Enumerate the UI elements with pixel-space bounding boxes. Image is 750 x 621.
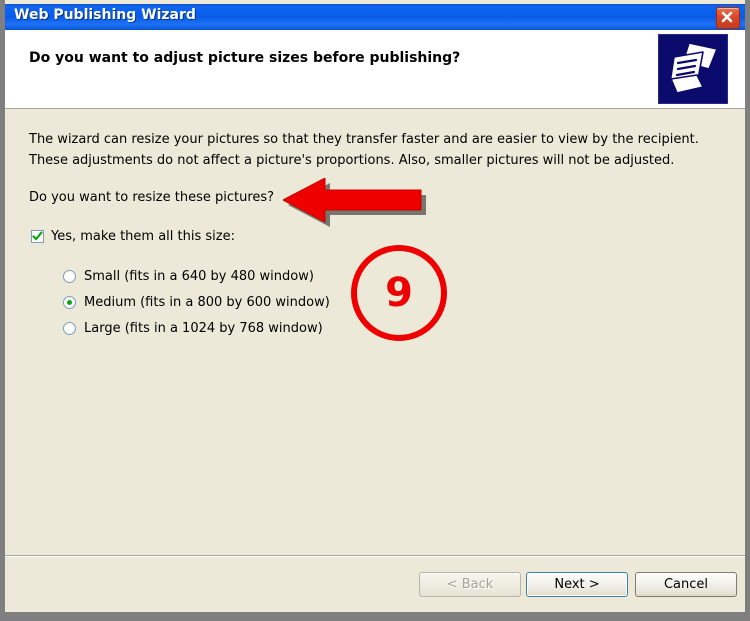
desktop-backdrop: Web Publishing Wizard Do you want to adj…: [0, 0, 750, 621]
page-title: Do you want to adjust picture sizes befo…: [29, 50, 461, 66]
radio-option-medium[interactable]: Medium (fits in a 800 by 600 window): [63, 289, 330, 315]
radio-large-indicator[interactable]: [63, 321, 76, 335]
resize-checkbox-label: Yes, make them all this size:: [51, 229, 235, 244]
radio-medium-label: Medium (fits in a 800 by 600 window): [84, 294, 330, 310]
window-title: Web Publishing Wizard: [14, 7, 196, 23]
cancel-button[interactable]: Cancel: [635, 572, 737, 597]
resize-question-label: Do you want to resize these pictures?: [29, 190, 275, 205]
radio-large-label: Large (fits in a 1024 by 768 window): [84, 320, 323, 336]
resize-checkbox[interactable]: [31, 230, 44, 243]
next-button[interactable]: Next >: [526, 572, 628, 597]
close-icon: [721, 11, 733, 23]
radio-small-indicator[interactable]: [63, 269, 76, 283]
web-publishing-wizard-dialog: Web Publishing Wizard Do you want to adj…: [5, 0, 745, 612]
radio-medium-indicator[interactable]: [63, 295, 76, 309]
radio-option-large[interactable]: Large (fits in a 1024 by 768 window): [63, 315, 330, 341]
button-bar: < Back Next > Cancel: [5, 555, 745, 612]
wizard-header: Do you want to adjust picture sizes befo…: [5, 30, 745, 109]
web-publishing-icon: [658, 34, 728, 104]
wizard-body: The wizard can resize your pictures so t…: [5, 109, 745, 555]
title-bar[interactable]: Web Publishing Wizard: [5, 4, 745, 30]
resize-checkbox-row[interactable]: Yes, make them all this size:: [31, 229, 235, 244]
size-radio-group: Small (fits in a 640 by 480 window) Medi…: [63, 263, 330, 341]
description-text: The wizard can resize your pictures so t…: [29, 132, 699, 168]
checkmark-icon: [32, 231, 43, 241]
radio-small-label: Small (fits in a 640 by 480 window): [84, 268, 314, 284]
back-button: < Back: [419, 572, 521, 597]
radio-option-small[interactable]: Small (fits in a 640 by 480 window): [63, 263, 330, 289]
close-button[interactable]: [716, 7, 740, 29]
